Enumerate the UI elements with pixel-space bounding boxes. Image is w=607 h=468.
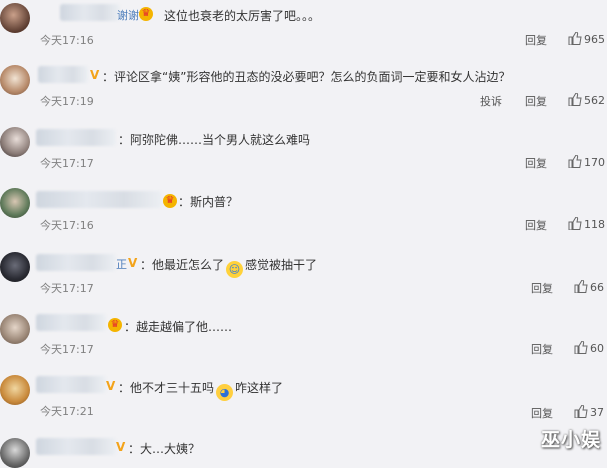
comment-item: ♛ ：斯内普？ 今天17:16 回复 118 [0, 184, 607, 242]
like-count: 562 [584, 94, 605, 107]
like-count: 66 [590, 281, 604, 294]
username[interactable] [36, 129, 116, 146]
username[interactable] [36, 314, 106, 331]
comment-text: ：他最近怎么了 ☺ 感觉被抽干了 [140, 258, 318, 278]
username[interactable] [36, 438, 116, 455]
thumbs-up-icon [568, 155, 582, 168]
reply-button[interactable]: 回复 [525, 155, 547, 171]
avatar[interactable] [0, 3, 30, 33]
avatar[interactable] [0, 438, 30, 468]
thumbs-up-icon [568, 32, 582, 45]
watermark: 巫小娱 [540, 429, 601, 451]
comment-time: 今天17:16 [40, 219, 94, 232]
reply-button[interactable]: 回复 [531, 405, 553, 421]
comment-item: ：阿弥陀佛……当个男人就这么难吗 今天17:17 回复 170 [0, 122, 607, 180]
comment-time: 今天17:17 [40, 282, 94, 295]
thumbs-up-icon [574, 280, 588, 293]
like-button[interactable]: 60 [574, 341, 604, 355]
member-crown-icon: ♛ [163, 194, 177, 208]
comment-time: 今天17:21 [40, 405, 94, 418]
reply-button[interactable]: 回复 [531, 280, 553, 296]
username[interactable] [36, 191, 162, 208]
thumbs-up-icon [568, 93, 582, 106]
like-count: 965 [584, 33, 605, 46]
thumbs-up-icon [574, 405, 588, 418]
avatar[interactable] [0, 314, 30, 344]
verified-v-icon: V [128, 256, 138, 270]
verified-v-icon: V [106, 379, 116, 393]
comment-text: ：斯内普？ [178, 195, 239, 209]
thumbs-up-icon [568, 217, 582, 230]
comment-time: 今天17:17 [40, 343, 94, 356]
username-tail[interactable]: 正 [116, 256, 127, 272]
avatar[interactable] [0, 127, 30, 157]
verified-v-icon: V [116, 440, 126, 454]
like-count: 60 [590, 342, 604, 355]
like-button[interactable]: 118 [568, 217, 605, 231]
comment-text: ：大…大姨？ [128, 442, 201, 456]
reply-button[interactable]: 回复 [531, 341, 553, 357]
avatar[interactable] [0, 252, 30, 282]
like-button[interactable]: 66 [574, 280, 604, 294]
comment-text: ：他不才三十五吗 ◕ 咋这样了 [118, 381, 284, 401]
username[interactable] [36, 254, 116, 271]
comment-text: 这位也衰老的太厉害了吧。。。 [164, 9, 321, 23]
comment-time: 今天17:19 [40, 95, 94, 108]
like-count: 118 [584, 218, 605, 231]
comment-item: 正 V ：他最近怎么了 ☺ 感觉被抽干了 今天17:17 回复 66 [0, 246, 607, 304]
reply-button[interactable]: 回复 [525, 217, 547, 233]
username[interactable] [36, 376, 106, 393]
comment-time: 今天17:16 [40, 34, 94, 47]
username-tail[interactable]: 谢谢 [117, 7, 139, 23]
like-count: 170 [584, 156, 605, 169]
reply-button[interactable]: 回复 [525, 32, 547, 48]
report-button[interactable]: 投诉 [480, 93, 502, 109]
comment-text: ：越走越偏了他…… [124, 320, 233, 334]
comment-item: 谢谢 ♛ 这位也衰老的太厉害了吧。。。 今天17:16 回复 965 [0, 0, 607, 58]
like-button[interactable]: 37 [574, 405, 604, 419]
username[interactable] [60, 4, 120, 21]
comment-item: V ：大…大姨？ [0, 432, 607, 468]
comment-text: ：阿弥陀佛……当个男人就这么难吗 [118, 133, 311, 147]
member-crown-icon: ♛ [139, 7, 153, 21]
thumbs-up-icon [574, 341, 588, 354]
like-count: 37 [590, 406, 604, 419]
avatar[interactable] [0, 65, 30, 95]
verified-v-icon: V [90, 68, 100, 82]
reply-button[interactable]: 回复 [525, 93, 547, 109]
crying-laugh-emoji-icon: ☺ [226, 261, 244, 278]
comment-item: V ：他不才三十五吗 ◕ 咋这样了 今天17:21 回复 37 [0, 370, 607, 428]
comment-time: 今天17:17 [40, 157, 94, 170]
member-crown-icon: ♛ [108, 318, 122, 332]
like-button[interactable]: 562 [568, 93, 605, 107]
like-button[interactable]: 965 [568, 32, 605, 46]
avatar[interactable] [0, 375, 30, 405]
shocked-emoji-icon: ◕ [216, 384, 234, 401]
avatar[interactable] [0, 188, 30, 218]
like-button[interactable]: 170 [568, 155, 605, 169]
username[interactable] [38, 66, 88, 83]
comment-item: V ：评论区拿“姨”形容他的丑态的没必要吧？怎么的负面词一定要和女人沾边？ 今天… [0, 60, 607, 118]
comment-text: ：评论区拿“姨”形容他的丑态的没必要吧？怎么的负面词一定要和女人沾边？ [102, 70, 511, 84]
comment-item: ♛ ：越走越偏了他…… 今天17:17 回复 60 [0, 308, 607, 366]
